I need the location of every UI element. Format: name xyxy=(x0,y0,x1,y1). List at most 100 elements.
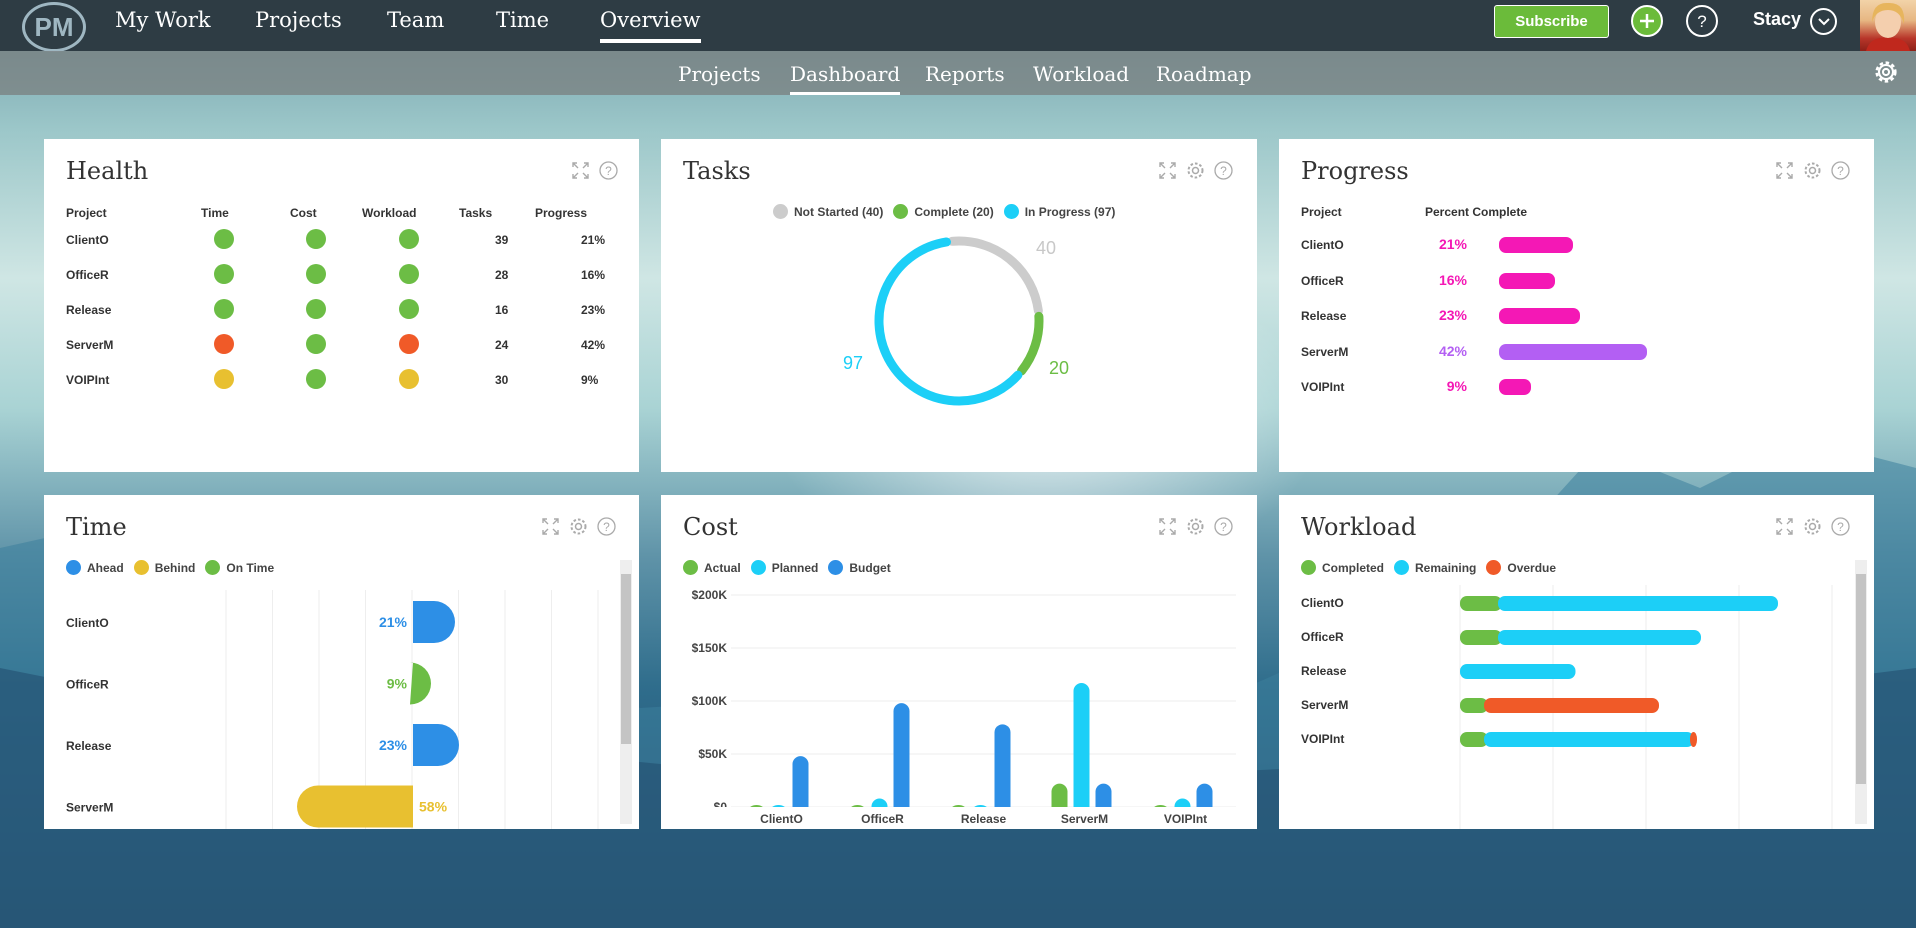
legend-budget[interactable]: Budget xyxy=(828,560,891,575)
subnav-dashboard[interactable]: Dashboard xyxy=(790,62,901,95)
help-icon[interactable]: ? xyxy=(1831,517,1850,536)
subscribe-button[interactable]: Subscribe xyxy=(1494,5,1609,38)
subnav-reports[interactable]: Reports xyxy=(925,62,1005,86)
donut-complete-arc[interactable] xyxy=(1017,311,1044,376)
progress-project-name[interactable]: VOIPInt xyxy=(1301,380,1344,394)
workload-bar-segment[interactable] xyxy=(1498,596,1778,611)
nav-team[interactable]: Team xyxy=(387,8,444,32)
legend-overdue[interactable]: Overdue xyxy=(1486,560,1556,575)
time-bar-label: 9% xyxy=(387,676,408,692)
help-button[interactable]: ? xyxy=(1686,5,1718,37)
legend-completed[interactable]: Completed xyxy=(1301,560,1384,575)
workload-project-label[interactable]: ClientO xyxy=(1301,596,1344,610)
health-project-name[interactable]: ClientO xyxy=(66,233,109,247)
legend-ahead[interactable]: Ahead xyxy=(66,560,124,575)
workload-project-label[interactable]: Release xyxy=(1301,664,1347,678)
nav-overview[interactable]: Overview xyxy=(600,8,701,43)
help-icon[interactable]: ? xyxy=(1214,517,1233,536)
nav-projects[interactable]: Projects xyxy=(255,8,342,32)
workload-bar-segment[interactable] xyxy=(1460,732,1488,747)
user-name[interactable]: Stacy xyxy=(1753,9,1801,30)
time-bar[interactable] xyxy=(413,724,459,766)
health-project-name[interactable]: ServerM xyxy=(66,338,113,352)
subnav-projects[interactable]: Projects xyxy=(678,62,761,86)
app-logo[interactable]: PM xyxy=(22,2,86,52)
workload-bar-segment[interactable] xyxy=(1484,698,1659,713)
time-bar[interactable] xyxy=(410,662,431,705)
workload-bar-segment[interactable] xyxy=(1460,630,1502,645)
avatar[interactable] xyxy=(1860,0,1916,51)
time-scrollbar[interactable] xyxy=(620,560,632,824)
gear-icon[interactable] xyxy=(1803,517,1822,536)
expand-icon[interactable] xyxy=(1158,161,1177,180)
workload-bar-segment[interactable] xyxy=(1498,630,1701,645)
donut-label-in-progress: 97 xyxy=(843,353,863,373)
time-project-label[interactable]: OfficeR xyxy=(66,678,109,692)
health-time-status-dot xyxy=(214,369,234,389)
progress-project-name[interactable]: OfficeR xyxy=(1301,274,1344,288)
subnav-roadmap[interactable]: Roadmap xyxy=(1156,62,1252,86)
workload-bar-segment[interactable] xyxy=(1484,732,1694,747)
cost-bar[interactable] xyxy=(893,703,910,815)
workload-bar-segment[interactable] xyxy=(1460,664,1576,679)
time-bar[interactable] xyxy=(297,785,413,828)
legend-planned[interactable]: Planned xyxy=(750,560,818,575)
gear-icon[interactable] xyxy=(1803,161,1822,180)
subnav-workload[interactable]: Workload xyxy=(1033,62,1129,86)
progress-project-name[interactable]: ClientO xyxy=(1301,238,1344,252)
expand-icon[interactable] xyxy=(1775,517,1794,536)
workload-bar-segment[interactable] xyxy=(1690,732,1697,747)
legend-complete[interactable]: Complete (20) xyxy=(893,204,994,219)
time-bar[interactable] xyxy=(413,601,455,643)
help-icon[interactable]: ? xyxy=(597,517,616,536)
cost-bar[interactable] xyxy=(994,724,1011,815)
nav-my-work[interactable]: My Work xyxy=(115,8,211,32)
expand-icon[interactable] xyxy=(1775,161,1794,180)
workload-project-label[interactable]: ServerM xyxy=(1301,698,1348,712)
workload-scrollbar[interactable] xyxy=(1855,560,1867,824)
cost-bar[interactable] xyxy=(792,756,809,815)
legend-not-started[interactable]: Not Started (40) xyxy=(773,204,883,219)
workload-project-label[interactable]: OfficeR xyxy=(1301,630,1344,644)
progress-project-name[interactable]: Release xyxy=(1301,309,1346,323)
legend-actual[interactable]: Actual xyxy=(683,560,741,575)
help-icon[interactable]: ? xyxy=(1831,161,1850,180)
health-progress-value: 21% xyxy=(581,233,606,247)
help-icon[interactable]: ? xyxy=(599,161,618,180)
health-tasks-count: 39 xyxy=(495,233,509,247)
health-workload-status-dot xyxy=(399,334,419,354)
user-menu-toggle[interactable] xyxy=(1810,8,1837,35)
workload-bar-segment[interactable] xyxy=(1460,698,1488,713)
gear-icon[interactable] xyxy=(569,517,588,536)
cost-x-label: OfficeR xyxy=(861,812,904,826)
legend-behind[interactable]: Behind xyxy=(133,560,195,575)
health-progress-value: 23% xyxy=(581,303,606,317)
workload-bar-segment[interactable] xyxy=(1460,596,1502,611)
workload-project-label[interactable]: VOIPInt xyxy=(1301,732,1344,746)
expand-icon[interactable] xyxy=(1158,517,1177,536)
donut-in-progress-arc[interactable] xyxy=(874,237,1023,406)
gear-icon[interactable] xyxy=(1186,161,1205,180)
expand-icon[interactable] xyxy=(541,517,560,536)
gear-icon[interactable] xyxy=(1186,517,1205,536)
help-icon[interactable]: ? xyxy=(1214,161,1233,180)
legend-remaining[interactable]: Remaining xyxy=(1394,560,1476,575)
settings-gear-icon[interactable] xyxy=(1872,58,1900,86)
progress-project-name[interactable]: ServerM xyxy=(1301,345,1348,359)
cost-bar[interactable] xyxy=(1073,682,1090,815)
nav-time[interactable]: Time xyxy=(496,8,549,32)
time-title: Time xyxy=(66,513,127,541)
legend-in-progress[interactable]: In Progress (97) xyxy=(1003,204,1115,219)
time-project-label[interactable]: Release xyxy=(66,739,112,753)
expand-icon[interactable] xyxy=(571,161,590,180)
time-project-label[interactable]: ServerM xyxy=(66,801,113,815)
health-project-name[interactable]: VOIPInt xyxy=(66,373,109,387)
cost-y-tick-label: $150K xyxy=(692,641,728,655)
time-project-label[interactable]: ClientO xyxy=(66,616,109,630)
legend-on-time[interactable]: On Time xyxy=(205,560,274,575)
svg-text:?: ? xyxy=(1220,520,1227,534)
health-project-name[interactable]: OfficeR xyxy=(66,268,109,282)
add-button[interactable] xyxy=(1631,5,1663,37)
health-project-name[interactable]: Release xyxy=(66,303,111,317)
donut-not-started-arc[interactable] xyxy=(947,236,1043,316)
